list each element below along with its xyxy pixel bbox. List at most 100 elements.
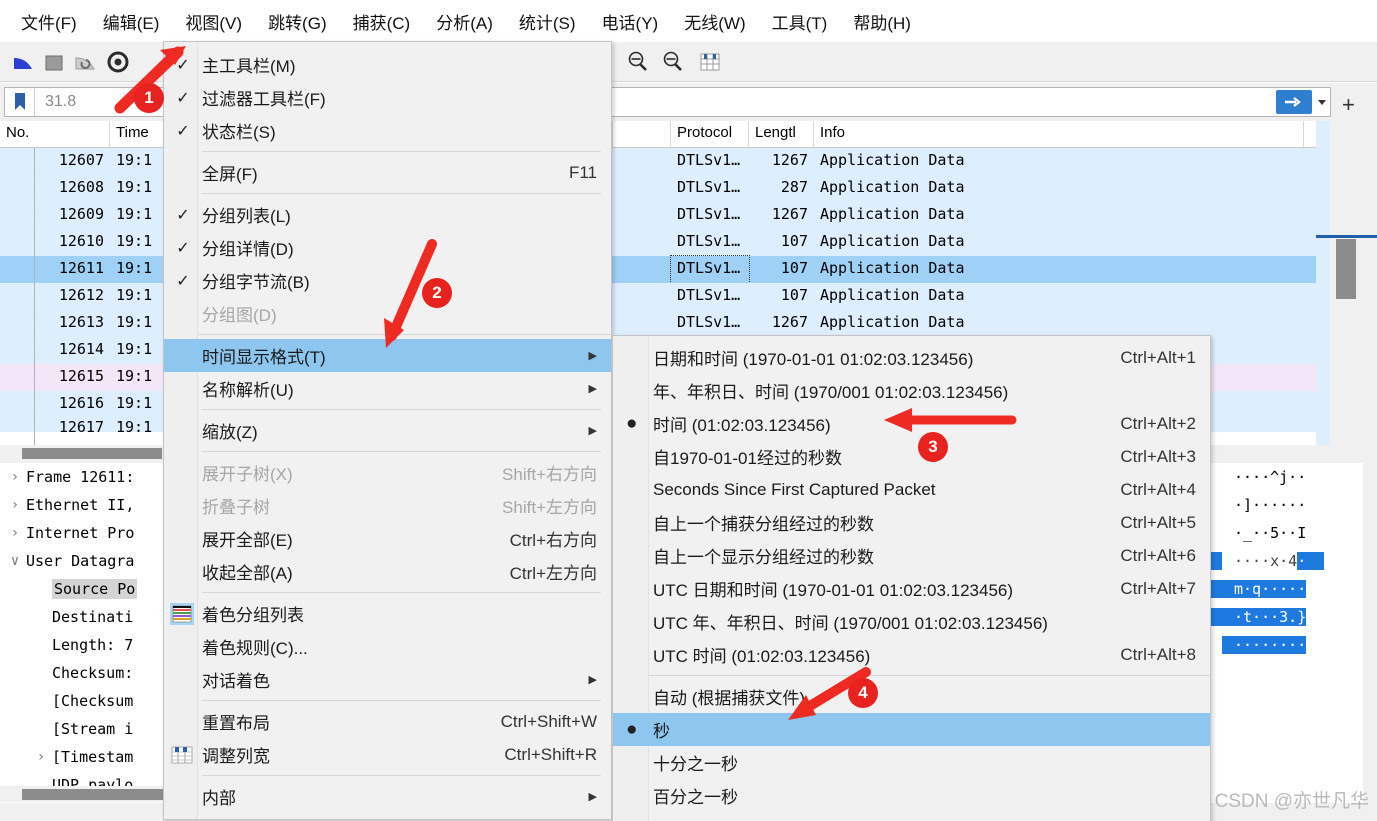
menu-item-main-toolbar[interactable]: ✓ 主工具栏(M) [164,48,611,81]
chevron-down-icon[interactable] [1314,99,1330,106]
submenu-item-seconds[interactable]: ● 秒 [613,713,1210,746]
check-icon: ✓ [176,56,190,74]
twisty-collapsed-icon[interactable]: › [30,749,52,765]
apply-filter-button[interactable] [1276,90,1312,114]
menu-telephony[interactable]: 电话(Y) [589,5,672,38]
menu-item-name-resolution[interactable]: 名称解析(U) ▶ [164,372,611,405]
submenu-item-hundredths[interactable]: 百分之一秒 [613,779,1210,812]
menu-item-expand-subtrees: 展开子树(X) Shift+右方向 [164,456,611,489]
cell-protocol: DTLSv1… [677,232,741,250]
menu-item-status-bar[interactable]: ✓ 状态栏(S) [164,114,611,147]
submenu-item-utc-time-of-day[interactable]: UTC 时间 (01:02:03.123456) Ctrl+Alt+8 [613,638,1210,671]
menu-analyze[interactable]: 分析(A) [423,5,506,38]
detail-label: User Datagra [26,552,135,570]
menu-item-internals[interactable]: 内部 ▶ [164,780,611,813]
submenu-item-seconds-since-epoch[interactable]: 自1970-01-01经过的秒数 Ctrl+Alt+3 [613,440,1210,473]
bytes-pane-scrollbar[interactable] [1363,463,1377,803]
menu-item-accel: Ctrl+Alt+3 [1120,446,1196,466]
menu-separator [202,193,601,194]
cell-info: Application Data [820,286,965,304]
submenu-item-seconds-since-prev-displayed[interactable]: 自上一个显示分组经过的秒数 Ctrl+Alt+6 [613,539,1210,572]
cell-no: 12610 [58,232,104,250]
detail-label: Frame 12611: [26,468,135,486]
menu-item-colorize-conversation[interactable]: 对话着色 ▶ [164,663,611,696]
add-filter-button[interactable]: + [1342,92,1355,118]
column-header-protocol[interactable]: Protocol [671,121,749,147]
submenu-item-seconds-since-prev-captured[interactable]: 自上一个捕获分组经过的秒数 Ctrl+Alt+5 [613,506,1210,539]
menu-item-reset-layout[interactable]: 重置布局 Ctrl+Shift+W [164,705,611,738]
menu-item-label: 折叠子树 [202,498,270,517]
menu-view[interactable]: 视图(V) [172,5,255,38]
menu-item-packet-list[interactable]: ✓ 分组列表(L) [164,198,611,231]
start-capture-icon[interactable] [10,49,36,75]
submenu-item-tenths[interactable]: 十分之一秒 [613,746,1210,779]
menu-item-expand-all[interactable]: 展开全部(E) Ctrl+右方向 [164,522,611,555]
capture-options-icon[interactable] [105,49,131,75]
menu-item-label: 时间 (01:02:03.123456) [653,416,831,435]
menu-item-label: 状态栏(S) [202,123,276,142]
menu-go[interactable]: 跳转(G) [255,5,340,38]
zoom-out-2-icon[interactable] [660,49,686,75]
menu-item-filter-toolbar[interactable]: ✓ 过滤器工具栏(F) [164,81,611,114]
menu-item-colorize-packet-list[interactable]: 着色分组列表 [164,597,611,630]
menu-item-coloring-rules[interactable]: 着色规则(C)... [164,630,611,663]
submenu-item-seconds-since-first-packet[interactable]: Seconds Since First Captured Packet Ctrl… [613,473,1210,506]
cell-no: 12616 [58,394,104,412]
menu-wireless[interactable]: 无线(W) [671,5,758,38]
column-header-source[interactable] [613,121,671,147]
submenu-item-automatic[interactable]: 自动 (根据捕获文件) [613,680,1210,713]
menu-item-collapse-all[interactable]: 收起全部(A) Ctrl+左方向 [164,555,611,588]
column-header-info[interactable]: Info [814,121,1304,147]
view-menu-dropdown[interactable]: ✓ 主工具栏(M) ✓ 过滤器工具栏(F) ✓ 状态栏(S) 全屏(F) F11… [163,41,612,820]
submenu-item-date-and-time[interactable]: 日期和时间 (1970-01-01 01:02:03.123456) Ctrl+… [613,341,1210,374]
zoom-out-icon[interactable] [625,49,651,75]
stop-capture-icon[interactable] [41,49,67,75]
menu-tools[interactable]: 工具(T) [759,5,841,38]
menu-item-label: 对话着色 [202,672,270,691]
menu-item-fullscreen[interactable]: 全屏(F) F11 [164,156,611,189]
column-header-length[interactable]: Lengtl [749,121,814,147]
cell-source [613,229,671,256]
details-hscrollbar[interactable] [0,786,166,802]
menu-item-label: 全屏(F) [202,165,258,184]
menu-edit[interactable]: 编辑(E) [90,5,173,38]
menu-item-zoom[interactable]: 缩放(Z) ▶ [164,414,611,447]
submenu-item-utc-date-and-time[interactable]: UTC 日期和时间 (1970-01-01 01:02:03.123456) C… [613,572,1210,605]
submenu-item-year-doy-time[interactable]: 年、年积日、时间 (1970/001 01:02:03.123456) [613,374,1210,407]
scrollbar-thumb[interactable] [1336,239,1356,299]
time-display-format-submenu[interactable]: 日期和时间 (1970-01-01 01:02:03.123456) Ctrl+… [612,335,1211,821]
cell-protocol: DTLSv1… [670,255,750,284]
submenu-item-milliseconds[interactable]: 毫秒 [613,812,1210,821]
menu-item-packet-details[interactable]: ✓ 分组详情(D) [164,231,611,264]
cell-source [613,283,671,310]
menu-item-resize-columns[interactable]: 调整列宽 Ctrl+Shift+R [164,738,611,771]
hscrollbar-thumb[interactable] [22,448,162,459]
annotation-badge-3: 3 [918,432,948,462]
menu-file[interactable]: 文件(F) [8,5,90,38]
cell-length: 1267 [771,205,808,223]
annotation-badge-4: 4 [848,678,878,708]
submenu-item-time-of-day[interactable]: ● 时间 (01:02:03.123456) Ctrl+Alt+2 [613,407,1210,440]
twisty-expanded-icon[interactable]: ∨ [4,553,26,569]
menu-item-accel: Ctrl+Alt+5 [1120,512,1196,532]
menu-help[interactable]: 帮助(H) [840,5,924,38]
check-icon: ✓ [176,122,190,140]
cell-source [613,202,671,229]
bookmark-icon[interactable] [5,88,35,116]
column-header-no[interactable]: No. [0,121,110,147]
csdn-watermark: CSDN @亦世凡华 [1214,791,1369,812]
menu-item-packet-bytes[interactable]: ✓ 分组字节流(B) [164,264,611,297]
menu-statistics[interactable]: 统计(S) [506,5,589,38]
twisty-collapsed-icon[interactable]: › [4,469,26,485]
restart-capture-icon[interactable] [72,49,98,75]
resize-columns-icon[interactable] [697,49,723,75]
twisty-collapsed-icon[interactable]: › [4,525,26,541]
twisty-collapsed-icon[interactable]: › [4,497,26,513]
menu-capture[interactable]: 捕获(C) [340,5,424,38]
menu-item-time-display-format[interactable]: 时间显示格式(T) ▶ [164,339,611,372]
submenu-arrow-icon: ▶ [588,791,597,803]
details-hscrollbar-thumb[interactable] [22,789,166,800]
submenu-item-utc-year-doy-time[interactable]: UTC 年、年积日、时间 (1970/001 01:02:03.123456) [613,605,1210,638]
menubar: 文件(F) 编辑(E) 视图(V) 跳转(G) 捕获(C) 分析(A) 统计(S… [0,0,1377,42]
packet-list-scrollbar[interactable] [1330,121,1377,445]
